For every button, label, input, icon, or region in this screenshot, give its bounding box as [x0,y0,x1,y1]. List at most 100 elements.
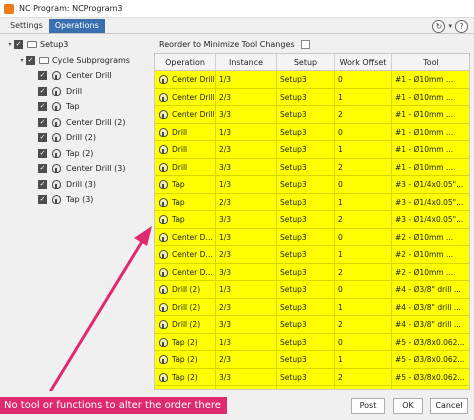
column-header-tool[interactable]: Tool [392,54,469,71]
cell-work-offset: 2 [335,106,392,123]
table-row[interactable]: Tap (2) 1/3 Setup3 0 #5 - Ø3/8x0.062... [155,333,469,351]
tree-item-label: Setup3 [40,40,69,49]
setup-icon [27,41,37,48]
table-row[interactable]: Tap (2) 2/3 Setup3 1 #5 - Ø3/8x0.062... [155,351,469,369]
cell-tool: #2 - Ø10mm ... [392,386,469,389]
tree-item[interactable]: ✓ Drill (2) [30,131,96,144]
table-row[interactable]: Center Dril... 3/3 Setup3 2 #2 - Ø10mm ... [155,263,469,281]
cell-tool: #2 - Ø10mm ... [392,246,469,263]
tab-operations[interactable]: Operations [48,19,105,33]
tree-item[interactable]: ▾ ✓ Cycle Subprograms [18,54,130,67]
cell-operation: Center Dril... [155,386,216,389]
post-button[interactable]: Post [351,398,385,414]
drill-operation-icon [51,179,62,189]
cell-operation: Center Dril... [155,246,216,263]
table-row[interactable]: Drill (2) 1/3 Setup3 0 #4 - Ø3/8" drill ... [155,281,469,299]
tree-item-checkbox[interactable]: ✓ [14,40,23,49]
tree-item[interactable]: ✓ Center Drill (3) [30,162,125,175]
title-bar: NC Program: NCProgram3 [0,0,474,18]
cell-work-offset: 0 [335,71,392,88]
ok-button[interactable]: OK [393,398,423,414]
tree-item[interactable]: ✓ Drill [30,85,82,98]
table-row[interactable]: Center Dril...1/3Setup30#2 - Ø10mm ... [155,386,469,389]
tree-item[interactable]: ▾ ✓ Setup3 [6,38,68,51]
cell-operation: Drill (2) [155,281,216,298]
cell-work-offset: 1 [335,298,392,316]
cell-tool: #2 - Ø10mm ... [392,229,469,246]
cell-instance: 2/3 [216,298,277,316]
table-row[interactable]: Center Drill 3/3 Setup3 2 #1 - Ø10mm ... [155,106,469,124]
drill-operation-icon [51,86,62,96]
operation-tree: ▾ ✓ Setup3 ▾ ✓ Cycle Subprograms ✓ Center Drill… [0,35,150,390]
tree-item-checkbox[interactable]: ✓ [38,133,47,142]
cell-tool: #5 - Ø3/8x0.062... [392,369,469,386]
cell-setup: Setup3 [277,106,335,123]
table-row[interactable]: Center Dril... 2/3 Setup3 1 #2 - Ø10mm ... [155,246,469,264]
cell-tool: #1 - Ø10mm ... [392,106,469,123]
cell-setup: Setup3 [277,71,335,88]
table-row[interactable]: Tap 2/3 Setup3 1 #3 - Ø1/4x0.05"... [155,193,469,211]
tree-item-checkbox[interactable]: ✓ [26,55,35,65]
tree-item-label: Drill (3) [66,179,96,189]
cell-setup: Setup3 [277,298,335,316]
chevron-down-icon[interactable]: ▾ [448,20,452,33]
drill-operation-icon [51,133,62,142]
cell-work-offset: 2 [335,316,392,333]
drill-operation-icon [51,148,62,158]
table-row[interactable]: Drill (2) 2/3 Setup3 1 #4 - Ø3/8" drill ... [155,298,469,316]
tree-item-checkbox[interactable]: ✓ [38,164,47,173]
table-row[interactable]: Drill (2) 3/3 Setup3 2 #4 - Ø3/8" drill ... [155,316,469,334]
drill-operation-icon [51,164,62,173]
cell-instance: 1/3 [216,333,277,351]
table-row[interactable]: Drill 2/3 Setup3 1 #1 - Ø10mm ... [155,141,469,159]
table-row[interactable]: Drill 3/3 Setup3 2 #1 - Ø10mm ... [155,158,469,176]
cell-setup: Setup3 [277,88,335,106]
cell-operation: Tap [155,211,216,228]
column-header-setup[interactable]: Setup [277,54,335,71]
column-header-instance[interactable]: Instance [216,54,277,71]
cell-operation: Tap [155,176,216,193]
table-row[interactable]: Center Drill 1/3 Setup3 0 #1 - Ø10mm ... [155,71,469,89]
tree-item[interactable]: ✓ Tap (3) [30,193,93,206]
column-header-operation[interactable]: Operation [155,54,216,71]
cell-instance: 2/3 [216,141,277,158]
cell-setup: Setup3 [277,211,335,228]
tree-item[interactable]: ✓ Center Drill [30,69,112,82]
reorder-option: Reorder to Minimize Tool Changes [159,38,310,50]
column-header-work-offset[interactable]: Work Offset [335,54,392,71]
table-row[interactable]: Center Dril...1/3Setup30#2 - Ø10mm ... [155,228,469,246]
tree-expander-icon[interactable]: ▾ [18,57,26,64]
tree-item[interactable]: ✓ Center Drill (2) [30,116,125,129]
cell-setup: Setup3 [277,123,335,141]
cell-operation: Drill [155,158,216,176]
table-row[interactable]: Center Drill 2/3 Setup3 1 #1 - Ø10mm ... [155,88,469,106]
tree-item-checkbox[interactable]: ✓ [38,195,47,204]
table-row[interactable]: Drill 1/3 Setup3 0 #1 - Ø10mm ... [155,123,469,141]
tab-settings[interactable]: Settings [4,19,49,33]
tree-item[interactable]: ✓ Tap (2) [30,147,93,160]
cell-setup: Setup3 [277,386,335,389]
cell-instance: 2/3 [216,193,277,211]
table-row[interactable]: Tap (2) 3/3 Setup3 2 #5 - Ø3/8x0.062... [155,368,469,386]
tree-item[interactable]: ✓ Drill (3) [30,178,96,191]
tree-item-checkbox[interactable]: ✓ [38,117,47,127]
cell-work-offset: 1 [335,193,392,211]
tree-item-checkbox[interactable]: ✓ [38,71,47,80]
cell-instance: 1/3 [216,228,277,246]
tree-item[interactable]: ✓ Tap [30,100,80,113]
tree-item-label: Tap (2) [66,148,94,158]
refresh-settings-icon[interactable]: ↻ [432,20,446,33]
cell-setup: Setup3 [277,351,335,368]
cell-operation: Tap (2) [155,351,216,368]
tree-item-checkbox[interactable]: ✓ [38,86,47,96]
reorder-checkbox[interactable] [300,39,310,49]
cancel-button[interactable]: Cancel [430,398,468,414]
tree-expander-icon[interactable]: ▾ [6,41,14,48]
tree-item-checkbox[interactable]: ✓ [38,179,47,189]
table-row[interactable]: Tap 3/3 Setup3 2 #3 - Ø1/4x0.05"... [155,211,469,229]
help-icon[interactable]: ? [455,20,468,33]
tree-item-checkbox[interactable]: ✓ [38,102,47,111]
table-row[interactable]: Tap 1/3 Setup3 0 #3 - Ø1/4x0.05"... [155,176,469,194]
cell-operation: Center Dril... [155,228,216,246]
tree-item-checkbox[interactable]: ✓ [38,148,47,158]
